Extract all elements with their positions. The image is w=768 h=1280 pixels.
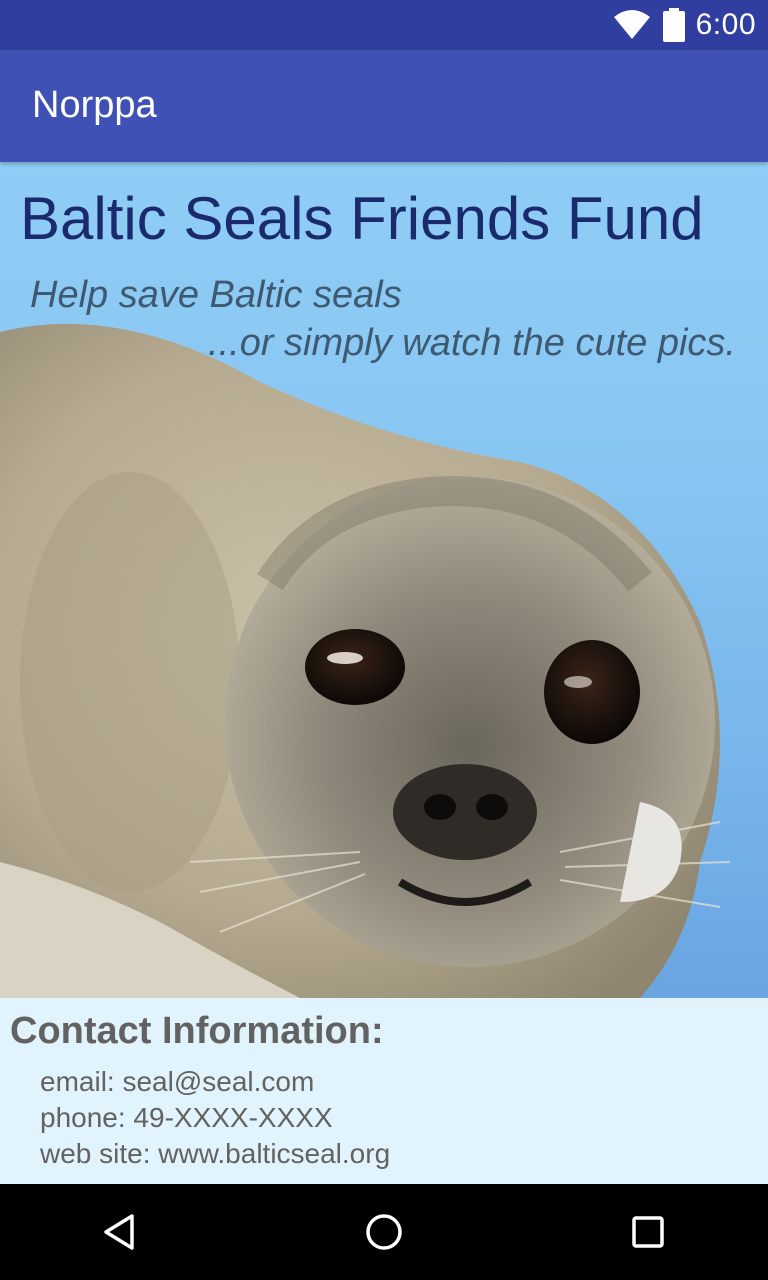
battery-icon	[662, 8, 685, 42]
home-button[interactable]	[354, 1202, 414, 1262]
wifi-icon	[613, 10, 650, 39]
contact-phone[interactable]: phone: 49-XXXX-XXXX	[40, 1102, 333, 1134]
status-time: 6:00	[695, 8, 756, 41]
contact-email[interactable]: email: seal@seal.com	[40, 1066, 314, 1098]
contact-heading: Contact Information:	[10, 1010, 384, 1052]
app-title: Norppa	[32, 84, 157, 126]
navigation-bar	[0, 1184, 768, 1280]
hero-banner: Baltic Seals Friends Fund Help save Balt…	[0, 162, 768, 998]
home-icon	[366, 1214, 402, 1250]
contact-website[interactable]: web site: www.balticseal.org	[40, 1138, 390, 1170]
hero-subtitle-line2: ...or simply watch the cute pics.	[208, 322, 736, 364]
back-icon	[104, 1214, 134, 1250]
recents-icon	[632, 1216, 664, 1248]
hero-subtitle-line1: Help save Baltic seals	[30, 274, 402, 316]
status-bar: 6:00	[0, 0, 768, 50]
back-button[interactable]	[90, 1202, 150, 1262]
recents-button[interactable]	[618, 1202, 678, 1262]
contact-section: Contact Information: email: seal@seal.co…	[0, 998, 768, 1184]
hero-title: Baltic Seals Friends Fund	[20, 185, 704, 252]
app-bar: Norppa	[0, 50, 768, 162]
